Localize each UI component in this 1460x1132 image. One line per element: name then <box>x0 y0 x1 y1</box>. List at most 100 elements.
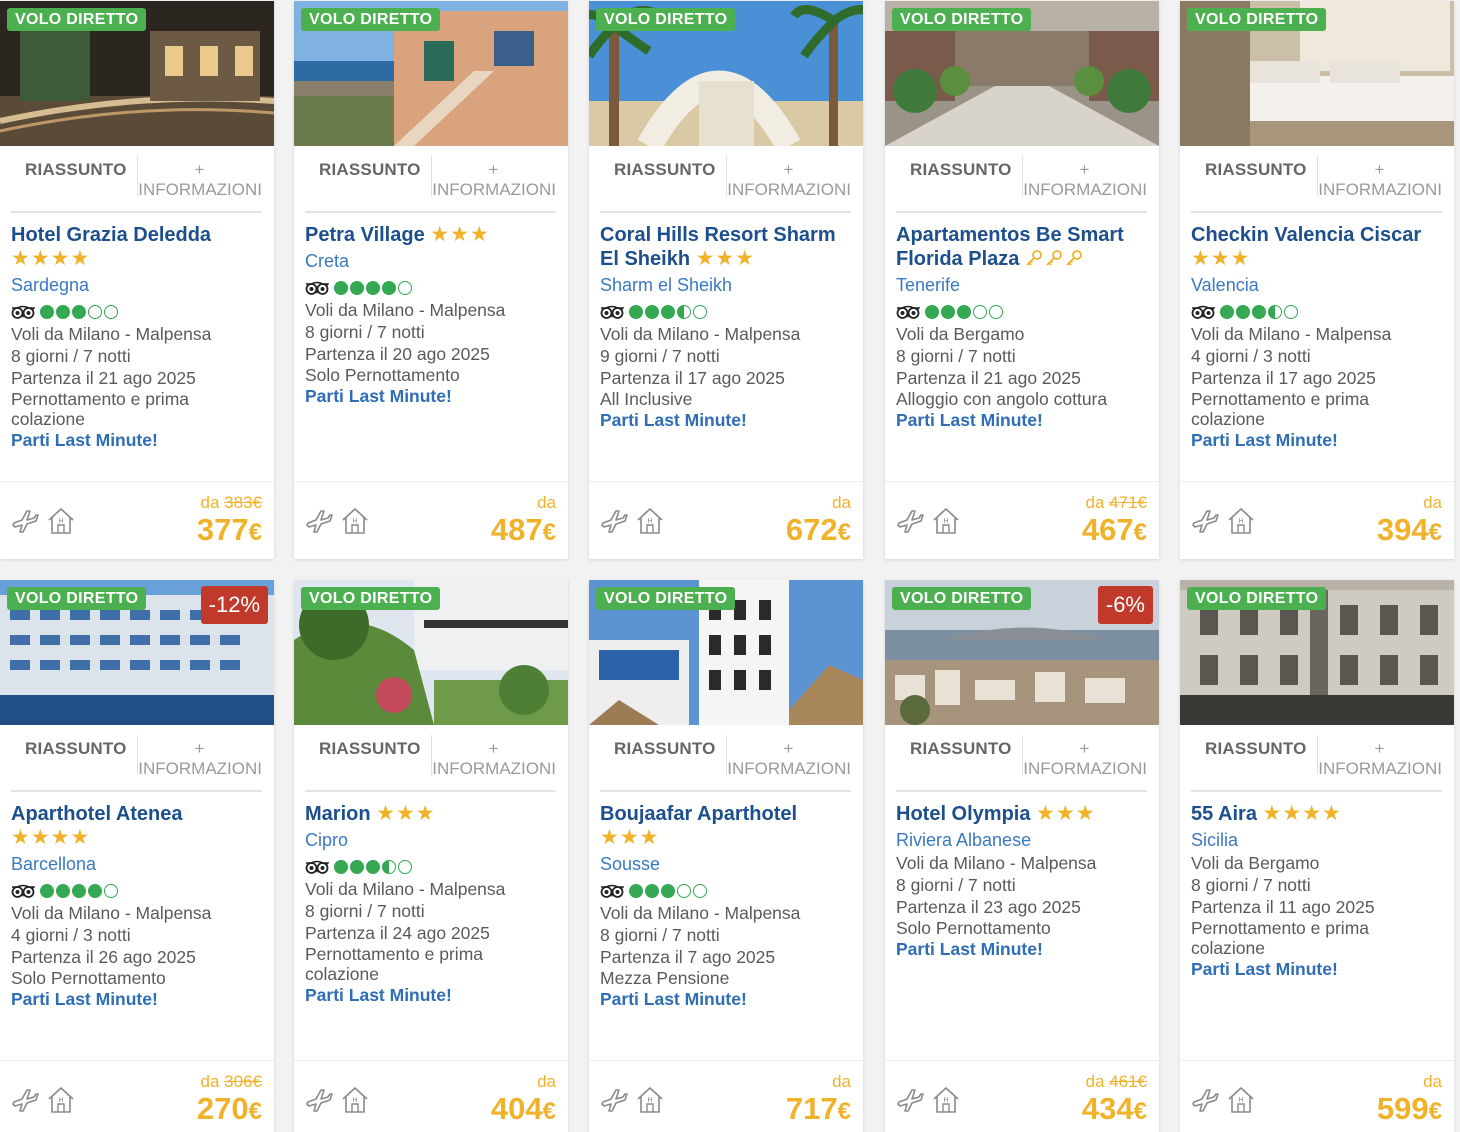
price[interactable]: 672€ <box>786 512 851 548</box>
tab-more-info[interactable]: + INFORMAZIONI <box>137 739 262 779</box>
last-minute-link[interactable]: Parti Last Minute! <box>1191 958 1447 980</box>
price[interactable]: 599€ <box>1377 1091 1442 1127</box>
hotel-card[interactable]: VOLO DIRETTO RIASSUNTO + INFORMAZIONI Marion… <box>294 580 568 1132</box>
hotel-name[interactable]: Checkin Valencia Ciscar ★★★ <box>1191 223 1447 271</box>
tab-more-info[interactable]: + INFORMAZIONI <box>1022 160 1147 200</box>
flight-origin: Voli da Milano - Malpensa <box>1191 324 1392 344</box>
last-minute-link[interactable]: Parti Last Minute! <box>896 938 1152 960</box>
card-footer: da 306€ 270€ <box>0 1060 274 1132</box>
price-value: 270 <box>196 1091 249 1126</box>
tab-summary[interactable]: RIASSUNTO <box>25 739 127 759</box>
tab-summary[interactable]: RIASSUNTO <box>910 160 1012 180</box>
tab-more-info[interactable]: + INFORMAZIONI <box>726 739 851 779</box>
hotel-name-text: Hotel Grazia Deledda <box>11 224 212 246</box>
departure-date: Partenza il 26 ago 2025 <box>11 947 196 967</box>
hotel-card[interactable]: VOLO DIRETTO RIASSUNTO + INFORMAZIONI Checki… <box>1180 1 1454 559</box>
price-from-text: da <box>1423 1072 1442 1091</box>
last-minute-link[interactable]: Parti Last Minute! <box>305 984 561 1006</box>
price-from-label: da <box>537 1072 556 1092</box>
hotel-location[interactable]: Creta <box>305 249 561 273</box>
star-icon: ★ <box>30 826 51 849</box>
rating-dot <box>104 305 118 319</box>
hotel-card[interactable]: VOLO DIRETTO -12% RIASSUNTO + INFORMAZIONI Ap… <box>0 580 274 1132</box>
tab-summary[interactable]: RIASSUNTO <box>614 160 716 180</box>
tab-more-info-label: INFORMAZIONI <box>432 180 556 199</box>
price[interactable]: 394€ <box>1377 512 1442 548</box>
price[interactable]: 404€ <box>491 1091 556 1127</box>
price[interactable]: 487€ <box>491 512 556 548</box>
hotel-name[interactable]: Marion ★★★ <box>305 802 561 826</box>
plane-icon <box>305 1086 333 1114</box>
card-tabs: RIASSUNTO + INFORMAZIONI <box>600 735 851 792</box>
star-rating: ★★★★ <box>1263 802 1342 825</box>
price[interactable]: 377€ <box>197 512 262 548</box>
tab-more-info[interactable]: + INFORMAZIONI <box>431 739 556 779</box>
last-minute-link[interactable]: Parti Last Minute! <box>600 409 856 431</box>
tab-summary[interactable]: RIASSUNTO <box>910 739 1012 759</box>
tab-summary[interactable]: RIASSUNTO <box>25 160 127 180</box>
last-minute-link[interactable]: Parti Last Minute! <box>11 429 267 451</box>
star-icon: ★ <box>1210 247 1231 270</box>
tripadvisor-icon <box>11 884 35 898</box>
hotel-name[interactable]: 55 Aira ★★★★ <box>1191 802 1447 826</box>
tab-more-info[interactable]: + INFORMAZIONI <box>726 160 851 200</box>
hotel-info: Petra Village ★★★ Creta Voli da Milano - M… <box>305 223 561 407</box>
plus-icon: + <box>488 160 499 179</box>
hotel-location[interactable]: Riviera Albanese <box>896 828 1152 852</box>
hotel-card[interactable]: VOLO DIRETTO RIASSUNTO + INFORMAZIONI Boujaa… <box>589 580 863 1132</box>
last-minute-link[interactable]: Parti Last Minute! <box>1191 429 1447 451</box>
hotel-name[interactable]: Hotel Olympia ★★★ <box>896 802 1152 826</box>
price-currency: € <box>248 1098 262 1125</box>
hotel-location[interactable]: Tenerife <box>896 273 1152 297</box>
hotel-card[interactable]: VOLO DIRETTO -6% RIASSUNTO + INFORMAZIONI Hot… <box>885 580 1159 1132</box>
rating-dot <box>398 281 412 295</box>
rating-dot <box>645 884 659 898</box>
price[interactable]: 467€ <box>1082 512 1147 548</box>
tab-more-info[interactable]: + INFORMAZIONI <box>431 160 556 200</box>
hotel-name[interactable]: Apartamentos Be Smart Florida Plaza <box>896 223 1152 271</box>
star-rating: ★★★ <box>430 223 489 246</box>
hotel-location[interactable]: Sharm el Sheikh <box>600 273 856 297</box>
price[interactable]: 270€ <box>197 1091 262 1127</box>
tripadvisor-icon <box>11 305 35 319</box>
hotel-location[interactable]: Barcellona <box>11 852 267 876</box>
tab-summary[interactable]: RIASSUNTO <box>319 160 421 180</box>
star-icon: ★ <box>415 802 436 825</box>
last-minute-link[interactable]: Parti Last Minute! <box>600 988 856 1010</box>
hotel-card[interactable]: VOLO DIRETTO RIASSUNTO + INFORMAZIONI Coral … <box>589 1 863 559</box>
hotel-location[interactable]: Sousse <box>600 852 856 876</box>
hotel-name[interactable]: Hotel Grazia Deledda ★★★★ <box>11 223 267 271</box>
price[interactable]: 434€ <box>1082 1091 1147 1127</box>
tab-more-info-label: INFORMAZIONI <box>432 759 556 778</box>
hotel-location[interactable]: Valencia <box>1191 273 1447 297</box>
last-minute-link[interactable]: Parti Last Minute! <box>11 988 267 1010</box>
tab-more-info[interactable]: + INFORMAZIONI <box>1022 739 1147 779</box>
hotel-location[interactable]: Cipro <box>305 828 561 852</box>
hotel-card[interactable]: VOLO DIRETTO RIASSUNTO + INFORMAZIONI Aparta… <box>885 1 1159 559</box>
hotel-name[interactable]: Boujaafar Aparthotel ★★★ <box>600 802 856 850</box>
hotel-name[interactable]: Aparthotel Atenea ★★★★ <box>11 802 267 850</box>
hotel-location[interactable]: Sardegna <box>11 273 267 297</box>
star-rating: ★★★ <box>696 247 755 270</box>
price[interactable]: 717€ <box>786 1091 851 1127</box>
tab-summary[interactable]: RIASSUNTO <box>614 739 716 759</box>
hotel-name[interactable]: Coral Hills Resort Sharm El Sheikh ★★★ <box>600 223 856 271</box>
hotel-location[interactable]: Sicilia <box>1191 828 1447 852</box>
tab-more-info[interactable]: + INFORMAZIONI <box>1317 160 1442 200</box>
hotel-card[interactable]: VOLO DIRETTO RIASSUNTO + INFORMAZIONI Hotel … <box>0 1 274 559</box>
trip-duration: 8 giorni / 7 notti <box>1191 875 1311 895</box>
tab-more-info-label: INFORMAZIONI <box>1318 180 1442 199</box>
hotel-card[interactable]: VOLO DIRETTO RIASSUNTO + INFORMAZIONI 55 Air… <box>1180 580 1454 1132</box>
star-icon: ★ <box>70 247 91 270</box>
tab-more-info[interactable]: + INFORMAZIONI <box>1317 739 1442 779</box>
tab-more-info[interactable]: + INFORMAZIONI <box>137 160 262 200</box>
key-rating <box>1025 247 1085 270</box>
last-minute-link[interactable]: Parti Last Minute! <box>305 385 561 407</box>
house-icon <box>340 1085 370 1115</box>
tab-summary[interactable]: RIASSUNTO <box>1205 160 1307 180</box>
tab-summary[interactable]: RIASSUNTO <box>319 739 421 759</box>
tab-summary[interactable]: RIASSUNTO <box>1205 739 1307 759</box>
last-minute-link[interactable]: Parti Last Minute! <box>896 409 1152 431</box>
hotel-card[interactable]: VOLO DIRETTO RIASSUNTO + INFORMAZIONI Petra … <box>294 1 568 559</box>
hotel-name[interactable]: Petra Village ★★★ <box>305 223 561 247</box>
